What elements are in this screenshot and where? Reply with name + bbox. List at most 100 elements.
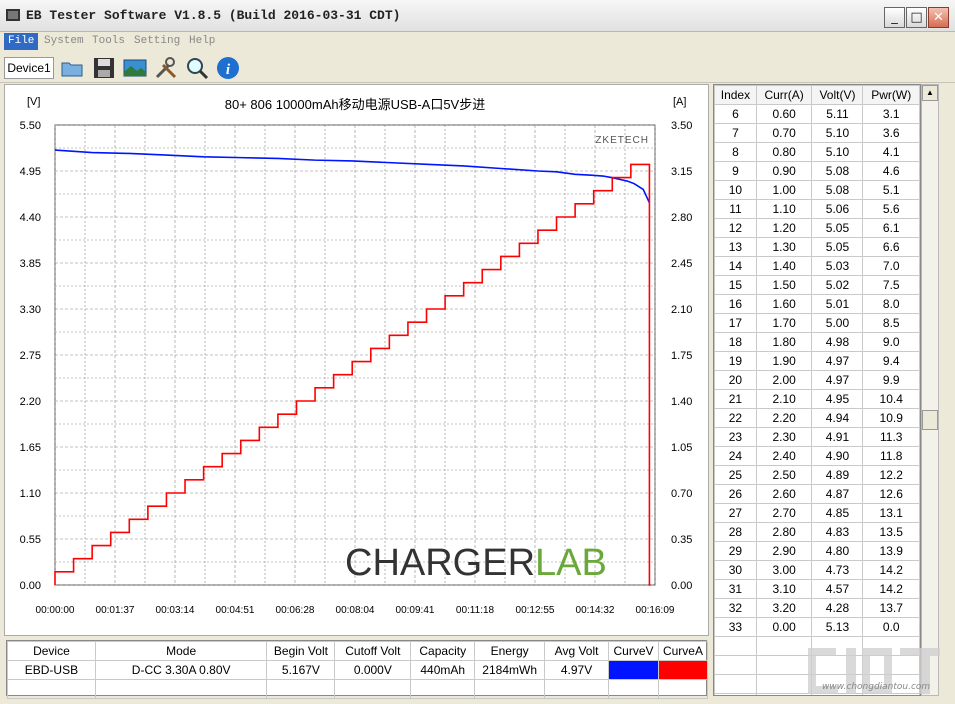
device-tab[interactable]: Device1 [4,57,54,79]
table-cell: 0.80 [755,142,813,162]
table-cell: 5.10 [811,123,864,143]
table-row[interactable]: 27 2.70 4.85 13.1 [714,503,920,523]
x-tick-label: 00:01:37 [96,605,135,616]
y-left-tick-label: 0.00 [20,580,41,592]
table-row[interactable]: 22 2.20 4.94 10.9 [714,408,920,428]
y-left-tick-label: 0.55 [20,534,41,546]
table-cell: 19 [714,351,757,371]
table-row[interactable]: 10 1.00 5.08 5.1 [714,180,920,200]
table-cell: 5.03 [811,256,864,276]
table-header-index[interactable]: Index [714,85,757,105]
table-cell: 2.00 [755,370,813,390]
table-cell: 4.97 [811,351,864,371]
table-cell: 32 [714,598,757,618]
info-icon[interactable]: i [216,56,240,80]
summary-cell-energy: 2184mWh [474,660,546,680]
table-cell: 5.06 [811,199,864,219]
x-tick-label: 00:00:00 [36,605,75,616]
app-icon [6,9,20,21]
title-bar: EB Tester Software V1.8.5 (Build 2016-03… [0,0,955,32]
maximize-button[interactable]: □ [906,7,927,28]
table-row[interactable]: 21 2.10 4.95 10.4 [714,389,920,409]
menu-system[interactable]: System [40,33,88,50]
summary-empty-cell [334,679,412,699]
table-cell: 14 [714,256,757,276]
table-row[interactable]: 8 0.80 5.10 4.1 [714,142,920,162]
table-row[interactable]: 11 1.10 5.06 5.6 [714,199,920,219]
table-row[interactable]: 17 1.70 5.00 8.5 [714,313,920,333]
table-cell: 0.90 [755,161,813,181]
table-cell: 5.02 [811,275,864,295]
y-right-tick-label: 1.05 [671,442,692,454]
table-cell: 1.70 [755,313,813,333]
table-row[interactable]: 13 1.30 5.05 6.6 [714,237,920,257]
table-row[interactable]: 30 3.00 4.73 14.2 [714,560,920,580]
summary-empty-cell [7,679,96,699]
table-cell: 23 [714,427,757,447]
table-cell: 3.6 [862,123,920,143]
summary-empty-cell [608,679,659,699]
table-row[interactable]: 33 0.00 5.13 0.0 [714,617,920,637]
table-cell: 6 [714,104,757,124]
summary-header-curvea: CurveA [657,641,709,661]
table-row[interactable]: 25 2.50 4.89 12.2 [714,465,920,485]
table-header-voltv[interactable]: Volt(V) [811,85,864,105]
menu-file[interactable]: File [4,33,39,50]
table-row[interactable]: 6 0.60 5.11 3.1 [714,104,920,124]
table-scrollbar[interactable]: ▲ [921,84,939,696]
menu-setting[interactable]: Setting [130,33,184,50]
table-row[interactable]: 26 2.60 4.87 12.6 [714,484,920,504]
summary-table: Device Mode Begin Volt Cutoff Volt Capacity E… [7,641,709,699]
table-cell: 20 [714,370,757,390]
table-row[interactable]: 18 1.80 4.98 9.0 [714,332,920,352]
window-title: EB Tester Software V1.8.5 (Build 2016-03… [26,8,401,23]
table-cell: 11.3 [862,427,920,447]
table-header-pwrw[interactable]: Pwr(W) [862,85,920,105]
table-row[interactable]: 14 1.40 5.03 7.0 [714,256,920,276]
table-row[interactable]: 7 0.70 5.10 3.6 [714,123,920,143]
table-row[interactable]: 28 2.80 4.83 13.5 [714,522,920,542]
table-row[interactable]: 12 1.20 5.05 6.1 [714,218,920,238]
menu-tools[interactable]: Tools [88,33,129,50]
table-row[interactable]: 23 2.30 4.91 11.3 [714,427,920,447]
table-cell: 4.98 [811,332,864,352]
summary-cell-curvev [608,660,659,680]
table-row[interactable]: 24 2.40 4.90 11.8 [714,446,920,466]
close-button[interactable]: ✕ [928,7,949,28]
table-row[interactable]: 15 1.50 5.02 7.5 [714,275,920,295]
table-row[interactable]: 31 3.10 4.57 14.2 [714,579,920,599]
watermark-url: www.chongdiantou.com [822,682,931,692]
save-icon[interactable] [92,56,116,80]
minimize-button[interactable]: _ [884,7,905,28]
table-row[interactable]: 32 3.20 4.28 13.7 [714,598,920,618]
table-row[interactable]: 9 0.90 5.08 4.6 [714,161,920,181]
table-cell: 4.57 [811,579,864,599]
table-cell: 5.6 [862,199,920,219]
table-cell [714,674,757,694]
table-row[interactable]: 20 2.00 4.97 9.9 [714,370,920,390]
table-cell: 26 [714,484,757,504]
summary-header-capacity: Capacity [410,641,476,661]
scroll-thumb[interactable] [922,410,938,430]
summary-cell-beginvolt: 5.167V [266,660,336,680]
tools-icon[interactable] [154,56,178,80]
y-right-tick-label: 2.10 [671,304,692,316]
table-header-curra[interactable]: Curr(A) [755,85,813,105]
summary-empty-cell [474,679,546,699]
table-row[interactable]: 16 1.60 5.01 8.0 [714,294,920,314]
scroll-up-icon[interactable]: ▲ [922,85,938,101]
search-icon[interactable] [185,56,209,80]
folder-icon[interactable] [60,56,84,80]
chart-svg: 5.50 4.95 4.40 3.85 3.30 2.75 2.20 1.65 1.10 0.55… [20,96,693,616]
table-cell: 21 [714,389,757,409]
picture-icon[interactable] [123,56,147,80]
y-right-tick-label: 2.80 [671,212,692,224]
table-cell: 22 [714,408,757,428]
table-cell: 25 [714,465,757,485]
table-cell: 9.9 [862,370,920,390]
table-row[interactable]: 19 1.90 4.97 9.4 [714,351,920,371]
table-cell: 11 [714,199,757,219]
table-row[interactable]: 29 2.90 4.80 13.9 [714,541,920,561]
menu-help[interactable]: Help [185,33,219,50]
table-cell: 13.9 [862,541,920,561]
